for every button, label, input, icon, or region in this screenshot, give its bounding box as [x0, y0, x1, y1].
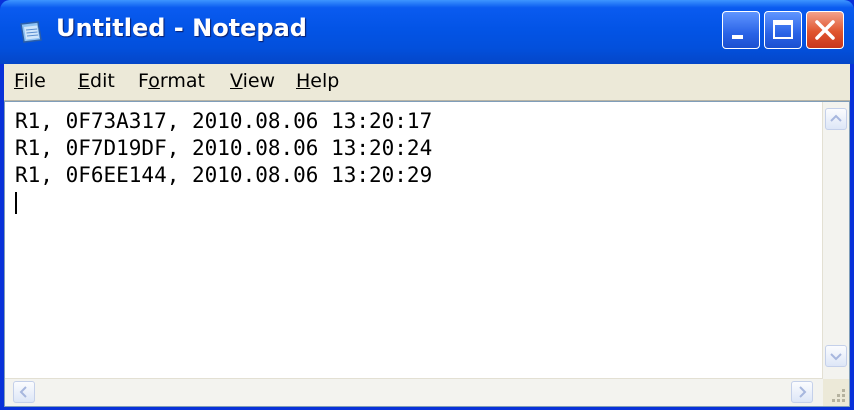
minimize-icon: [732, 35, 743, 39]
arrow-down-icon: [830, 353, 842, 361]
arrow-right-icon: [799, 386, 807, 398]
menu-help[interactable]: Help: [296, 70, 339, 92]
text-line: R1, 0F73A317, 2010.08.06 13:20:17: [15, 109, 433, 133]
menu-file[interactable]: File: [14, 70, 46, 92]
scroll-left-button[interactable]: [13, 381, 35, 403]
scroll-right-button[interactable]: [791, 381, 813, 403]
title-bar[interactable]: Untitled - Notepad: [0, 0, 854, 64]
close-button[interactable]: [806, 11, 844, 49]
window-title: Untitled - Notepad: [56, 14, 307, 42]
text-line: R1, 0F6EE144, 2010.08.06 13:20:29: [15, 163, 433, 187]
maximize-button[interactable]: [764, 11, 802, 49]
size-grip-icon: [832, 389, 845, 402]
close-icon: [815, 20, 835, 40]
scroll-up-button[interactable]: [825, 108, 847, 130]
menu-edit[interactable]: Edit: [78, 70, 115, 92]
horizontal-scrollbar[interactable]: [5, 378, 823, 406]
menu-bar: File Edit Format View Help: [4, 64, 850, 101]
vertical-scrollbar[interactable]: [822, 102, 849, 380]
arrow-up-icon: [830, 114, 842, 122]
notepad-icon[interactable]: [18, 20, 44, 44]
notepad-window: Untitled - Notepad File Edit Format View…: [0, 0, 854, 410]
text-line: R1, 0F7D19DF, 2010.08.06 13:20:24: [15, 136, 433, 160]
text-caret: [15, 192, 17, 214]
minimize-button[interactable]: [722, 11, 760, 49]
menu-view[interactable]: View: [230, 70, 275, 92]
scroll-down-button[interactable]: [825, 345, 847, 367]
arrow-left-icon: [19, 386, 27, 398]
maximize-icon: [773, 20, 793, 39]
text-content[interactable]: R1, 0F73A317, 2010.08.06 13:20:17 R1, 0F7…: [15, 108, 815, 376]
text-editor[interactable]: R1, 0F73A317, 2010.08.06 13:20:17 R1, 0F7…: [4, 101, 850, 407]
size-grip[interactable]: [823, 379, 849, 406]
menu-format[interactable]: Format: [138, 70, 205, 92]
